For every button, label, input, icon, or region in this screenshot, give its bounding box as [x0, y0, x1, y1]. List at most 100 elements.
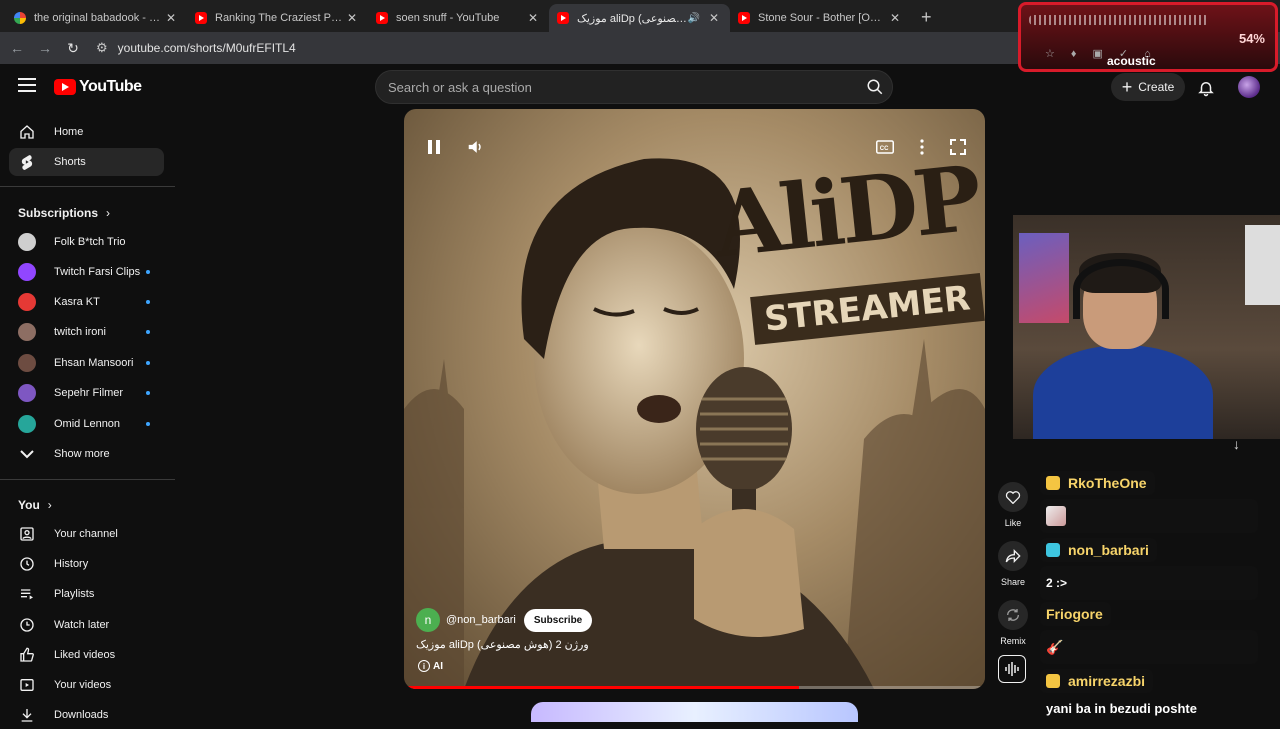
close-tab-icon[interactable]: ✕	[706, 11, 722, 25]
action-label: Like	[1004, 518, 1022, 528]
chat-message: amirrezazbi yani ba in bezudi poshte	[1040, 669, 1258, 719]
sidebar-item-playlists[interactable]: Playlists	[9, 580, 164, 608]
like-button[interactable]: Like	[997, 482, 1029, 528]
new-content-dot	[146, 391, 150, 395]
next-short-preview[interactable]	[531, 702, 858, 722]
sidebar-divider	[0, 479, 175, 480]
notifications-bell-icon[interactable]	[1197, 78, 1215, 103]
remix-icon	[998, 600, 1028, 630]
fullscreen-icon[interactable]	[942, 131, 974, 163]
captions-icon[interactable]: CC	[869, 131, 901, 163]
chat-username-text: non_barbari	[1068, 542, 1149, 558]
menu-icon[interactable]	[18, 78, 36, 92]
sidebar-item-subscription[interactable]: Sepehr Filmer	[9, 379, 164, 407]
show-more-button[interactable]: Show more	[9, 440, 164, 468]
search-icon[interactable]	[858, 70, 892, 104]
subscriptions-title: Subscriptions	[18, 206, 99, 220]
sidebar-item-subscription[interactable]: Twitch Farsi Clips	[9, 258, 164, 286]
sidebar-item-home[interactable]: Home	[9, 118, 164, 146]
youtube-favicon-icon	[557, 12, 569, 24]
pause-icon[interactable]	[418, 131, 450, 163]
scroll-down-arrow-icon[interactable]: ↓	[1233, 436, 1240, 452]
forward-arrow-icon[interactable]: →	[32, 40, 58, 56]
sidebar-item-subscription[interactable]: twitch ironi	[9, 318, 164, 346]
sidebar-item-downloads[interactable]: Downloads	[9, 701, 164, 729]
chat-username: Friogore	[1040, 602, 1111, 626]
browser-tab[interactable]: Stone Sour - Bother [OFFICIAL VIDEO] - Y…	[730, 4, 911, 32]
svg-text:CC: CC	[880, 146, 889, 152]
browser-tab[interactable]: Ranking The Craziest Physics Glitches ✕	[187, 4, 368, 32]
sidebar-item-watch-later[interactable]: Watch later	[9, 611, 164, 639]
account-avatar[interactable]	[1238, 76, 1260, 98]
video-progress-fill	[404, 686, 800, 689]
chat-username: non_barbari	[1040, 538, 1157, 562]
volume-icon[interactable]	[460, 131, 492, 163]
info-icon: i	[418, 660, 430, 672]
tab-title: the original babadook - Google Search	[34, 12, 163, 24]
subscribe-button[interactable]: Subscribe	[523, 608, 593, 632]
close-tab-icon[interactable]: ✕	[344, 11, 360, 25]
chat-username: RkoTheOne	[1040, 471, 1155, 495]
sidebar-item-label: Downloads	[54, 709, 109, 721]
chat-message-body	[1040, 499, 1258, 533]
sidebar-item-label: Watch later	[54, 619, 110, 631]
reload-icon[interactable]: ↻	[60, 40, 86, 57]
like-icon	[18, 646, 36, 664]
sidebar-item-history[interactable]: History	[9, 550, 164, 578]
remix-button[interactable]: Remix	[997, 600, 1029, 646]
close-tab-icon[interactable]: ✕	[163, 11, 179, 25]
heart-icon	[998, 482, 1028, 512]
browser-tab-active[interactable]: موزیک aliDp ورژن 2 (هوش مصنوعی) 🔊 ✕	[549, 4, 730, 32]
sidebar-item-subscription[interactable]: Omid Lennon	[9, 410, 164, 438]
more-options-icon[interactable]	[906, 131, 938, 163]
shorts-video-player[interactable]: AliDP STREAMER CC n @non_barbari Subscri…	[404, 109, 985, 689]
show-more-label: Show more	[54, 448, 110, 460]
browser-tab[interactable]: soen snuff - YouTube ✕	[368, 4, 549, 32]
close-tab-icon[interactable]: ✕	[525, 11, 541, 25]
short-channel-info: n @non_barbari Subscribe	[416, 608, 593, 632]
channel-avatar	[18, 384, 36, 402]
channel-handle[interactable]: @non_barbari	[446, 614, 516, 626]
sidebar-divider	[0, 186, 175, 187]
sidebar-item-label: Sepehr Filmer	[54, 387, 124, 399]
sidebar-item-your-videos[interactable]: Your videos	[9, 671, 164, 699]
ai-label-badge[interactable]: i AI	[418, 660, 443, 672]
browser-tab[interactable]: the original babadook - Google Search ✕	[6, 4, 187, 32]
sidebar-item-subscription[interactable]: Folk B*tch Trio	[9, 228, 164, 256]
video-progress-bar[interactable]	[404, 686, 985, 689]
sidebar-item-label: Playlists	[54, 588, 95, 600]
channel-avatar[interactable]: n	[416, 608, 440, 632]
short-title[interactable]: موزیک aliDp ورژن 2 (هوش مصنوعی)	[416, 638, 589, 651]
audio-waveform	[1029, 15, 1209, 25]
new-tab-icon[interactable]: +	[921, 7, 932, 28]
audio-playing-icon[interactable]: 🔊	[688, 13, 700, 24]
chat-username-text: Friogore	[1046, 606, 1103, 622]
headphones	[1073, 259, 1169, 319]
sidebar-item-shorts[interactable]: Shorts	[9, 148, 164, 176]
share-icon	[998, 541, 1028, 571]
share-button[interactable]: Share	[997, 541, 1029, 587]
sound-button[interactable]	[998, 655, 1026, 683]
tab-title: Stone Sour - Bother [OFFICIAL VIDEO] - Y	[758, 12, 887, 24]
search-box[interactable]	[375, 70, 893, 104]
sidebar-item-subscription[interactable]: Ehsan Mansoori	[9, 349, 164, 377]
search-input[interactable]	[388, 79, 858, 95]
chevron-down-icon	[18, 445, 36, 463]
subscriptions-heading[interactable]: Subscriptions ›	[18, 206, 110, 220]
address-bar[interactable]: ⚙ youtube.com/shorts/M0ufrEFITL4	[90, 36, 1020, 60]
create-button[interactable]: + Create	[1111, 73, 1185, 101]
sidebar-item-your-channel[interactable]: Your channel	[9, 520, 164, 548]
url-text[interactable]: youtube.com/shorts/M0ufrEFITL4	[118, 41, 296, 55]
sidebar-item-subscription[interactable]: Kasra KT	[9, 288, 164, 316]
youtube-logo[interactable]: YouTube	[54, 78, 142, 96]
site-settings-icon[interactable]: ⚙	[96, 40, 108, 56]
close-tab-icon[interactable]: ✕	[887, 11, 903, 25]
sidebar-item-label: Ehsan Mansoori	[54, 357, 134, 369]
new-content-dot	[146, 361, 150, 365]
you-heading[interactable]: You ›	[18, 498, 52, 512]
sidebar-item-liked-videos[interactable]: Liked videos	[9, 641, 164, 669]
channel-icon	[18, 525, 36, 543]
channel-avatar	[18, 293, 36, 311]
back-arrow-icon[interactable]: ←	[4, 40, 30, 56]
stream-overlay-widget: 54% ☆♦▣✓⌂ acoustic	[1018, 2, 1278, 72]
